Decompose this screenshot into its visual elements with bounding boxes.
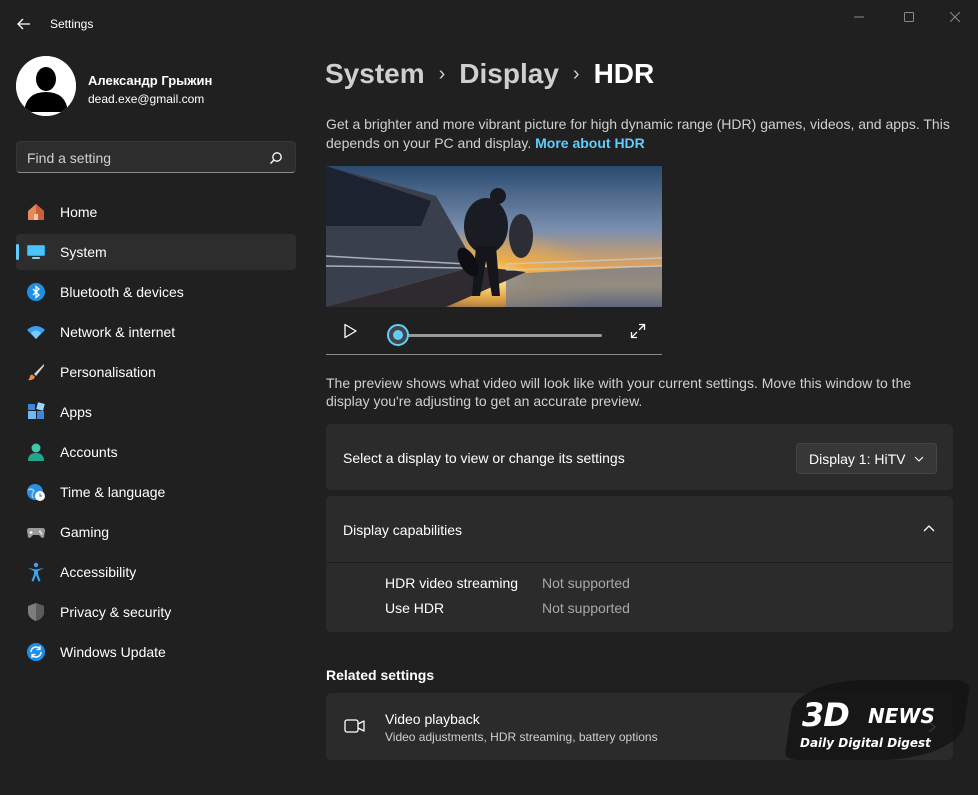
sidebar-item-system[interactable]: System bbox=[16, 234, 296, 270]
apps-icon bbox=[28, 402, 45, 419]
user-name: Александр Грыжин bbox=[88, 73, 213, 88]
sidebar-item-label: Time & language bbox=[60, 484, 166, 500]
display-select-label: Select a display to view or change its s… bbox=[343, 450, 625, 466]
avatar[interactable] bbox=[16, 56, 76, 116]
watermark-news: NEWS bbox=[868, 704, 935, 728]
sidebar-item-label: Apps bbox=[60, 404, 92, 420]
wifi-icon bbox=[27, 326, 45, 339]
search-icon[interactable] bbox=[269, 151, 283, 165]
close-button[interactable] bbox=[932, 6, 978, 28]
accounts-icon bbox=[28, 443, 44, 461]
title-bar: Settings bbox=[0, 0, 978, 48]
breadcrumb-system[interactable]: System bbox=[325, 58, 425, 90]
accessibility-icon bbox=[28, 562, 44, 582]
update-icon bbox=[27, 643, 45, 661]
display-dropdown[interactable]: Display 1: HiTV bbox=[796, 443, 937, 474]
more-about-hdr-link[interactable]: More about HDR bbox=[535, 135, 645, 151]
sidebar-nav: Home System Bluetooth & devices Network … bbox=[16, 194, 296, 674]
video-player-controls bbox=[326, 307, 662, 355]
sidebar-item-label: Gaming bbox=[60, 524, 110, 540]
search-box[interactable] bbox=[16, 141, 296, 173]
capability-value: Not supported bbox=[542, 575, 630, 591]
watermark-logo: 3D NEWS Daily Digital Digest bbox=[784, 680, 971, 760]
sidebar-item-apps[interactable]: Apps bbox=[16, 394, 296, 430]
hdr-preview-video bbox=[326, 166, 662, 307]
sidebar-item-time-language[interactable]: Time & language bbox=[16, 474, 296, 510]
sidebar-item-label: Network & internet bbox=[60, 324, 176, 340]
display-capabilities-card: Display capabilities HDR video streaming… bbox=[326, 496, 953, 632]
globe-clock-icon bbox=[27, 484, 45, 501]
breadcrumb-separator: › bbox=[438, 62, 446, 85]
breadcrumb-display[interactable]: Display bbox=[459, 58, 559, 90]
sidebar-item-privacy-security[interactable]: Privacy & security bbox=[16, 594, 296, 630]
capability-key: Use HDR bbox=[385, 600, 445, 616]
search-input[interactable] bbox=[27, 148, 257, 168]
preview-note: The preview shows what video will look l… bbox=[326, 375, 912, 409]
sidebar-item-gaming[interactable]: Gaming bbox=[16, 514, 296, 550]
video-playback-title: Video playback bbox=[385, 711, 480, 727]
display-dropdown-value: Display 1: HiTV bbox=[809, 451, 906, 467]
user-email: dead.exe@gmail.com bbox=[88, 92, 205, 106]
video-camera-icon bbox=[344, 719, 365, 733]
sidebar-item-label: Windows Update bbox=[60, 644, 166, 660]
back-button[interactable] bbox=[12, 12, 36, 36]
page-title: HDR bbox=[593, 58, 655, 89]
capabilities-title: Display capabilities bbox=[343, 522, 463, 538]
maximize-button[interactable] bbox=[886, 6, 932, 28]
minimize-button[interactable] bbox=[836, 6, 882, 28]
capability-value: Not supported bbox=[542, 600, 630, 616]
sidebar-item-label: Accessibility bbox=[60, 564, 137, 580]
gamepad-icon bbox=[27, 528, 45, 538]
breadcrumb-separator: › bbox=[572, 62, 580, 85]
capability-key: HDR video streaming bbox=[385, 575, 519, 591]
app-title: Settings bbox=[50, 17, 94, 31]
bluetooth-icon bbox=[27, 283, 45, 301]
sidebar-item-label: System bbox=[60, 244, 107, 260]
sidebar-item-home[interactable]: Home bbox=[16, 194, 296, 230]
sidebar-item-bluetooth[interactable]: Bluetooth & devices bbox=[16, 274, 296, 310]
close-icon bbox=[950, 12, 960, 22]
sidebar-item-label: Accounts bbox=[60, 444, 118, 460]
capabilities-header[interactable]: Display capabilities bbox=[326, 496, 953, 563]
sidebar-item-label: Home bbox=[60, 204, 98, 220]
sidebar-item-label: Personalisation bbox=[60, 364, 156, 380]
sidebar-item-network[interactable]: Network & internet bbox=[16, 314, 296, 350]
home-icon bbox=[28, 204, 44, 220]
page-description: Get a brighter and more vibrant picture … bbox=[326, 115, 956, 153]
sidebar-item-personalisation[interactable]: Personalisation bbox=[16, 354, 296, 390]
sidebar-item-windows-update[interactable]: Windows Update bbox=[16, 634, 296, 670]
system-icon bbox=[27, 245, 45, 259]
chevron-down-icon bbox=[914, 456, 924, 462]
seek-track[interactable] bbox=[398, 334, 602, 337]
arrow-left-icon bbox=[17, 18, 30, 30]
minimize-icon bbox=[854, 16, 864, 18]
user-silhouette-icon bbox=[16, 56, 76, 116]
watermark-tagline: Daily Digital Digest bbox=[800, 736, 931, 750]
sidebar-item-label: Privacy & security bbox=[60, 604, 172, 620]
brush-icon bbox=[28, 364, 44, 381]
breadcrumb: System › Display › HDR bbox=[325, 58, 654, 90]
fullscreen-icon[interactable] bbox=[630, 323, 646, 339]
watermark-3d: 3D bbox=[802, 696, 850, 734]
related-settings-heading: Related settings bbox=[326, 667, 435, 683]
sidebar-item-label: Bluetooth & devices bbox=[60, 284, 184, 300]
video-playback-subtitle: Video adjustments, HDR streaming, batter… bbox=[385, 730, 658, 744]
chevron-up-icon[interactable] bbox=[923, 524, 935, 534]
sidebar-item-accessibility[interactable]: Accessibility bbox=[16, 554, 296, 590]
preview-image bbox=[326, 166, 662, 307]
play-icon[interactable] bbox=[342, 323, 358, 339]
sidebar-item-accounts[interactable]: Accounts bbox=[16, 434, 296, 470]
shield-icon bbox=[28, 603, 44, 621]
maximize-icon bbox=[904, 12, 914, 22]
display-select-card: Select a display to view or change its s… bbox=[326, 424, 953, 490]
seek-slider-thumb[interactable] bbox=[387, 324, 409, 346]
